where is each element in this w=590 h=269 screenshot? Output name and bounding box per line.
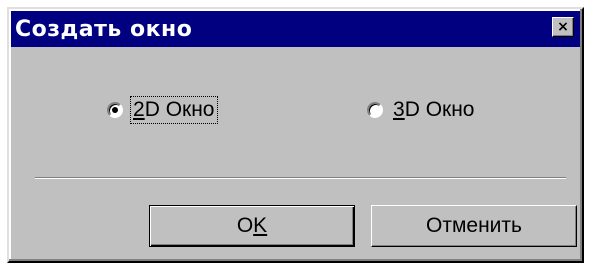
radio-3d-window[interactable]: 3D Окно [367,97,477,123]
create-window-dialog: Создать окно × 2D Окно 3D Окно OK Отмени… [7,7,584,263]
radio-button-3d[interactable] [367,102,383,118]
radio-2d-window[interactable]: 2D Окно [107,96,218,124]
close-button[interactable]: × [552,17,574,37]
close-icon: × [557,19,569,35]
radio-label-3d[interactable]: 3D Окно [391,97,477,123]
ok-button[interactable]: OK [149,205,355,247]
radio-button-2d[interactable] [107,102,123,118]
radio-selected-dot [112,107,118,113]
title-bar[interactable]: Создать окно × [11,11,580,47]
dialog-title: Создать окно [15,16,193,42]
separator-line [35,177,566,179]
cancel-button[interactable]: Отменить [371,205,577,247]
radio-label-2d[interactable]: 2D Окно [130,96,218,124]
